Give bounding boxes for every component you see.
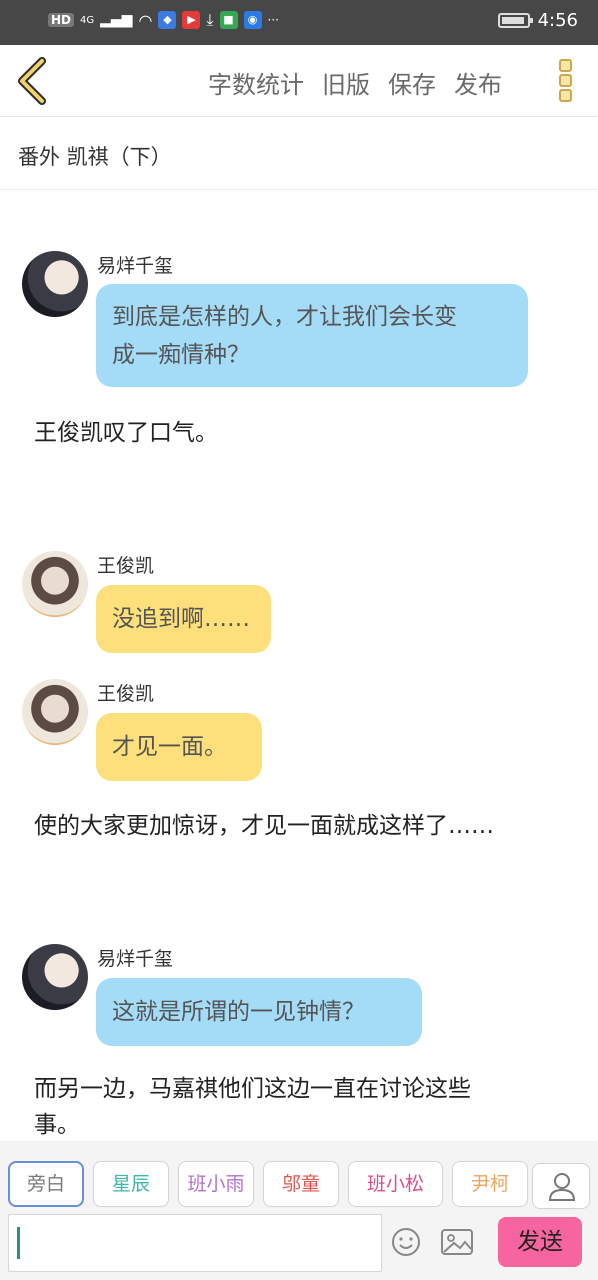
network-type-label: HD [48, 13, 75, 27]
more-dot-icon [558, 89, 572, 102]
clock: 4:56 [537, 10, 578, 31]
character-chip-banxiaoyu[interactable]: 班小雨 [178, 1161, 254, 1207]
speaker-name: 易烊千玺 [97, 255, 174, 277]
old-version-button[interactable]: 旧版 [322, 65, 370, 100]
message-line: 这就是所谓的一见钟情？ [112, 999, 365, 1025]
speaker-name: 王俊凯 [97, 555, 155, 577]
back-button[interactable] [10, 55, 56, 107]
message-bubble[interactable]: 才见一面。 [96, 713, 262, 781]
send-button[interactable]: 发送 [498, 1217, 582, 1267]
speaker-name: 易烊千玺 [97, 948, 174, 970]
character-selector[interactable]: 旁白 星辰 班小雨 邬童 班小松 尹柯 [8, 1161, 530, 1209]
narration-text[interactable]: 使的大家更加惊讶，才见一面就成这样了…… [34, 808, 494, 844]
status-bar: HD 4G ▂▄▆ ◠ ◆ ▶ ⤓ ■ ◉ ··· 4:56 [0, 0, 598, 45]
chevron-left-icon [18, 57, 46, 105]
save-button[interactable]: 保存 [388, 65, 436, 100]
status-bar-right: 4:56 [497, 10, 578, 31]
avatar[interactable] [22, 551, 88, 617]
avatar[interactable] [22, 679, 88, 745]
calendar-app-icon: ■ [219, 11, 238, 29]
message-line: 到底是怎样的人，才让我们会长变 [112, 304, 457, 330]
avatar[interactable] [22, 944, 88, 1010]
toolbar-actions: 字数统计 旧版 保存 发布 [208, 65, 502, 100]
wifi-icon: ◠ [138, 10, 153, 30]
signal-bars-icon: ▂▄▆ [100, 12, 133, 28]
character-chip-wutong[interactable]: 邬童 [263, 1161, 339, 1207]
publish-button[interactable]: 发布 [454, 65, 502, 100]
character-chip-xingchen[interactable]: 星辰 [93, 1161, 169, 1207]
message-line: 才见一面。 [112, 734, 227, 760]
message-line: 没追到啊…… [112, 606, 250, 632]
more-dot-icon [558, 59, 572, 72]
chapter-title[interactable]: 番外 凯祺（下） [18, 141, 172, 171]
image-button[interactable] [440, 1227, 474, 1257]
narration-line: 而另一边，马嘉祺他们这边一直在讨论这些 [34, 1076, 471, 1102]
composer-panel: 旁白 星辰 班小雨 邬童 班小松 尹柯 发送 [0, 1141, 598, 1280]
text-cursor [17, 1227, 20, 1259]
more-notifications-label: ··· [267, 13, 279, 27]
hotspot-icon: ◉ [243, 11, 262, 29]
message-bubble[interactable]: 没追到啊…… [96, 585, 271, 653]
chapter-header: 番外 凯祺（下） [0, 118, 598, 190]
avatar[interactable] [22, 251, 88, 317]
message-input[interactable] [8, 1214, 382, 1272]
battery-icon [497, 13, 533, 28]
app-notification-icon: ◆ [158, 11, 177, 29]
character-chip-narrator[interactable]: 旁白 [8, 1161, 84, 1207]
download-icon: ⤓ [206, 10, 214, 29]
status-bar-left: HD 4G ▂▄▆ ◠ ◆ ▶ ⤓ ■ ◉ ··· [48, 10, 279, 30]
image-icon [441, 1229, 473, 1255]
narration-line: 事。 [34, 1112, 80, 1138]
smiley-icon [392, 1228, 420, 1256]
signal-label: 4G [80, 14, 95, 26]
person-icon [548, 1173, 576, 1201]
speaker-name: 王俊凯 [97, 683, 155, 705]
emoji-button[interactable] [390, 1226, 422, 1258]
top-toolbar: 字数统计 旧版 保存 发布 [0, 45, 598, 117]
word-count-button[interactable]: 字数统计 [208, 65, 304, 100]
more-menu-button[interactable] [552, 57, 578, 107]
video-app-icon: ▶ [182, 11, 201, 29]
narration-text[interactable]: 王俊凯叹了口气。 [34, 415, 218, 451]
character-chip-yinke[interactable]: 尹柯 [452, 1161, 528, 1207]
message-line: 成一痴情种？ [112, 342, 250, 368]
add-character-button[interactable] [532, 1163, 590, 1209]
message-bubble[interactable]: 这就是所谓的一见钟情？ [96, 978, 422, 1046]
message-bubble[interactable]: 到底是怎样的人，才让我们会长变 成一痴情种？ [96, 284, 528, 387]
character-chip-banxiaosong[interactable]: 班小松 [348, 1161, 443, 1207]
more-dot-icon [558, 74, 572, 87]
narration-text[interactable]: 而另一边，马嘉祺他们这边一直在讨论这些 事。 [34, 1071, 471, 1143]
